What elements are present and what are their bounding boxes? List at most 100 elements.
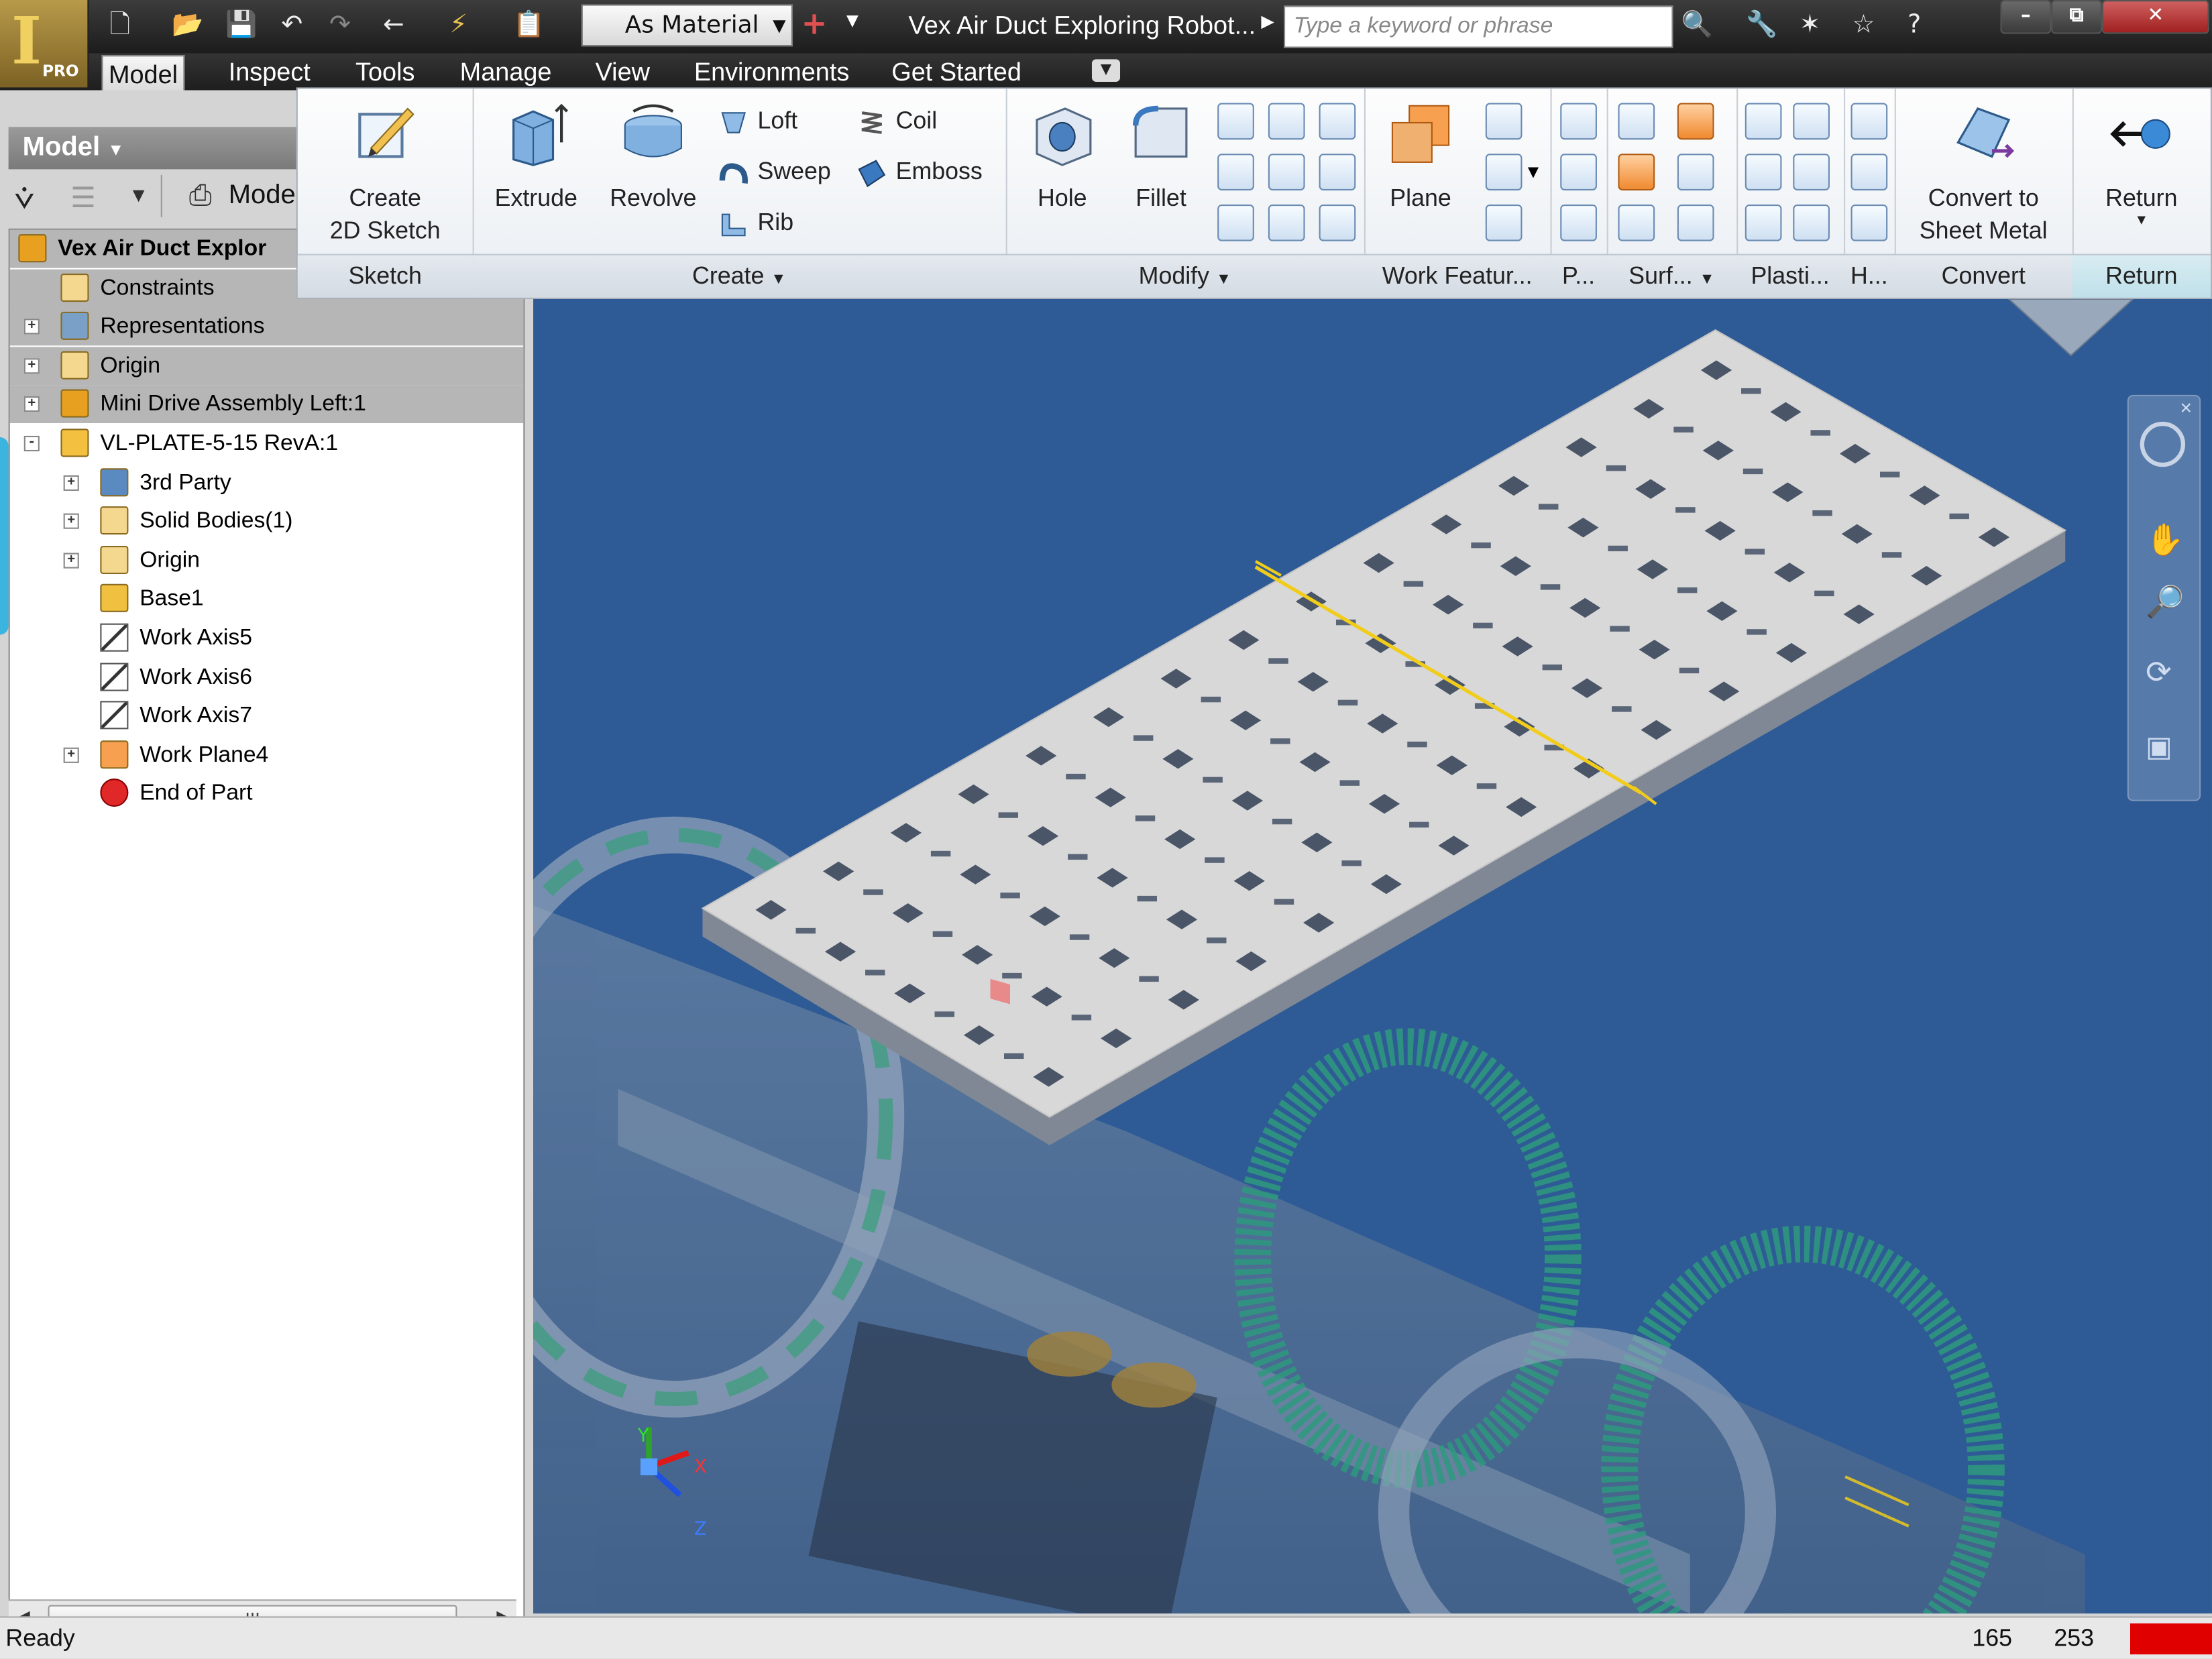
chamfer-icon[interactable] [1217,103,1254,140]
graphics-viewport[interactable]: Y X Z [533,298,2212,1614]
title-expand-icon[interactable]: ▶ [1261,11,1274,31]
select-mode-icon[interactable]: ← [375,7,412,44]
ribbon-options-icon[interactable]: ▼ [1091,59,1121,82]
application-menu-button[interactable]: I PRO [0,0,89,88]
rest-icon[interactable] [1745,154,1782,190]
thicken-icon[interactable] [1268,204,1305,241]
loft-button[interactable]: Loft [718,106,797,139]
tab-inspect[interactable]: Inspect [223,54,316,91]
tab-manage[interactable]: Manage [454,54,557,91]
expand-icon[interactable]: + [23,319,40,335]
rib-button[interactable]: Rib [718,207,793,241]
expand-icon[interactable]: + [23,396,40,412]
pan-hand-icon[interactable]: ✋ [2146,523,2185,559]
chevron-down-icon[interactable]: ▼ [133,186,145,205]
ucs-icon[interactable] [1485,204,1523,241]
tree-row[interactable]: End of Part [10,775,524,813]
tab-model[interactable]: Model [101,55,185,92]
help-icon[interactable]: ? [1896,7,1933,44]
mirror-icon[interactable] [1560,204,1597,241]
hole-button[interactable]: Hole [1017,100,1107,214]
orbit-icon[interactable]: ⟳ [2146,656,2172,691]
tab-view[interactable]: View [590,54,655,91]
update-icon[interactable]: ⚡ [440,7,477,44]
clear-override-icon[interactable]: + [801,7,838,44]
emboss-button[interactable]: Emboss [856,156,983,190]
search-input[interactable]: Type a keyword or phrase [1284,5,1673,48]
tab-environments[interactable]: Environments [688,54,854,91]
save-icon[interactable]: 💾 [223,7,260,44]
delete-face-icon[interactable] [1319,204,1356,241]
collapse-icon[interactable]: - [23,435,40,452]
modify-panel-title[interactable]: Modify ▼ [1005,253,1364,298]
harness-properties-icon[interactable] [1850,204,1888,241]
steering-wheel-icon[interactable] [2140,421,2186,467]
combine-icon[interactable] [1319,154,1356,190]
thread-icon[interactable] [1217,204,1254,241]
expand-icon[interactable]: + [63,474,79,491]
minimize-button[interactable]: – [2000,0,2052,34]
tree-row[interactable]: Base1 [10,580,524,618]
sculpt-icon[interactable] [1618,154,1655,190]
tree-row[interactable]: - VL-PLATE-5-15 RevA:1 [10,424,524,463]
split-icon[interactable] [1268,154,1305,190]
browser-search-icon[interactable]: ⎙ [189,178,212,211]
rectangular-pattern-icon[interactable] [1560,103,1597,140]
plane-button[interactable]: Plane [1370,100,1471,214]
tree-row[interactable]: + Origin [9,346,524,385]
filter-icon[interactable]: ⩒ [14,178,35,217]
harness-place-icon[interactable] [1850,154,1888,190]
stitch-icon[interactable] [1677,103,1714,140]
binoculars-icon[interactable]: 🔍 [1679,7,1716,44]
hierarchy-icon[interactable]: ☰ [70,180,96,214]
extend-icon[interactable] [1618,204,1655,241]
tree-row[interactable]: Work Axis7 [10,697,524,735]
boss-icon[interactable] [1793,103,1830,140]
snap-fit-icon[interactable] [1793,154,1830,190]
trim-icon[interactable] [1677,154,1714,190]
tree-row[interactable]: + Origin [10,541,524,579]
close-button[interactable]: ✕ [2101,0,2209,34]
delete-surface-icon[interactable] [1677,204,1714,241]
tree-row[interactable]: + Representations [9,307,524,346]
return-button[interactable]: Return ▼ [2078,100,2205,228]
move-face-icon[interactable] [1319,103,1356,140]
create-2d-sketch-button[interactable]: Create 2D Sketch [312,100,459,247]
tree-row[interactable]: Work Axis6 [10,658,524,696]
open-file-icon[interactable]: 📂 [169,7,206,44]
expand-icon[interactable]: + [63,513,79,530]
redo-icon[interactable]: ↷ [322,7,359,44]
side-panel-tab[interactable] [0,437,9,635]
project-icon[interactable]: 📋 [510,7,547,44]
tree-row[interactable]: + Mini Drive Assembly Left:1 [9,386,524,424]
rule-fillet-icon[interactable] [1745,204,1782,241]
harness-point-icon[interactable] [1850,103,1888,140]
surface-panel-title[interactable]: Surf... ▼ [1606,253,1737,298]
tree-row[interactable]: +3rd Party [10,463,524,502]
zoom-icon[interactable]: 🔎 [2146,585,2185,621]
work-point-icon[interactable] [1485,154,1523,190]
expand-icon[interactable]: + [63,553,79,569]
extrude-button[interactable]: Extrude [484,100,588,214]
look-at-icon[interactable]: ▣ [2146,729,2172,762]
revolve-button[interactable]: Revolve [597,100,710,214]
tab-get-started[interactable]: Get Started [886,54,1027,91]
patch-icon[interactable] [1618,103,1655,140]
subscription-icon[interactable]: ✶ [1791,7,1828,44]
convert-to-sheet-metal-button[interactable]: Convert to Sheet Metal [1900,100,2066,247]
favorites-star-icon[interactable]: ☆ [1845,7,1882,44]
create-panel-title[interactable]: Create ▼ [472,253,1006,298]
lip-icon[interactable] [1793,204,1830,241]
chevron-down-icon[interactable]: ▼ [1528,165,1539,180]
viewcube[interactable] [2000,298,2141,364]
browser-header[interactable]: Model ▼ [8,127,296,170]
wrench-icon[interactable]: 🔧 [1744,7,1781,44]
circular-pattern-icon[interactable] [1560,154,1597,190]
tab-tools[interactable]: Tools [350,54,421,91]
draft-icon[interactable] [1217,154,1254,190]
tree-row[interactable]: + Work Plane4 [10,736,524,774]
coil-button[interactable]: Coil [856,106,937,139]
fillet-button[interactable]: Fillet [1116,100,1207,214]
customize-qat-icon[interactable]: ▼ [846,11,859,30]
close-icon[interactable]: ✕ [2180,399,2193,417]
